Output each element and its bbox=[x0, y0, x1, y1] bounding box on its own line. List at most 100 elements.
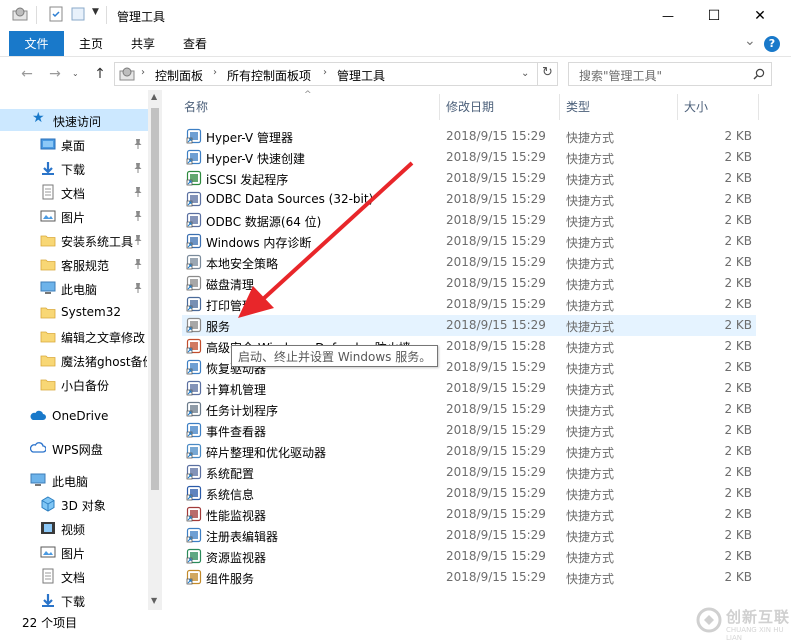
computer-icon bbox=[30, 473, 46, 486]
file-row[interactable]: Hyper-V 快速创建 2018/9/15 15:29 快捷方式 2 KB bbox=[182, 147, 756, 168]
sidebar-item-quick-access[interactable]: ★ 快速访问 bbox=[0, 109, 148, 131]
file-type: 快捷方式 bbox=[566, 509, 615, 523]
wps-cloud-icon bbox=[30, 442, 46, 453]
column-header-size[interactable]: 大小 bbox=[684, 90, 708, 122]
file-date: 2018/9/15 15:29 bbox=[446, 318, 546, 332]
recent-locations-dropdown-icon[interactable]: ⌄ bbox=[72, 69, 79, 78]
tab-file[interactable]: 文件 bbox=[9, 31, 64, 56]
ribbon-expand-icon[interactable]: ⌄ bbox=[744, 33, 756, 49]
sidebar-item-wps[interactable]: WPS网盘 bbox=[0, 437, 148, 459]
sidebar-item-onedrive[interactable]: OneDrive bbox=[0, 405, 148, 427]
file-row[interactable]: Windows 内存诊断 2018/9/15 15:29 快捷方式 2 KB bbox=[182, 231, 756, 252]
address-bar[interactable]: › 控制面板 › 所有控制面板项 › 管理工具 ⌄ ↻ bbox=[114, 62, 558, 86]
breadcrumb-control-panel[interactable]: 控制面板 bbox=[155, 67, 203, 84]
file-row[interactable]: 服务 2018/9/15 15:29 快捷方式 2 KB bbox=[182, 315, 756, 336]
scroll-down-icon[interactable]: ▼ bbox=[151, 596, 157, 605]
column-header-type[interactable]: 类型 bbox=[566, 90, 590, 122]
file-row[interactable]: 注册表编辑器 2018/9/15 15:29 快捷方式 2 KB bbox=[182, 525, 756, 546]
documents-folder-icon bbox=[42, 568, 54, 584]
sidebar-item[interactable]: 3D 对象 bbox=[0, 493, 148, 515]
pin-icon[interactable] bbox=[133, 258, 143, 270]
file-row[interactable]: ODBC 数据源(64 位) 2018/9/15 15:29 快捷方式 2 KB bbox=[182, 210, 756, 231]
pin-icon[interactable] bbox=[133, 186, 143, 198]
sidebar-item[interactable]: 魔法猪ghost备份 bbox=[0, 349, 148, 371]
watermark-subtext: CHUANG XIN HU LIAN bbox=[726, 626, 784, 641]
breadcrumb-admin-tools[interactable]: 管理工具 bbox=[337, 67, 385, 84]
file-type: 快捷方式 bbox=[566, 488, 615, 502]
file-row[interactable]: 性能监视器 2018/9/15 15:29 快捷方式 2 KB bbox=[182, 504, 756, 525]
file-date: 2018/9/15 15:29 bbox=[446, 570, 546, 584]
maximize-button[interactable]: ☐ bbox=[691, 0, 737, 31]
quick-access-dropdown-icon[interactable]: ▼ bbox=[92, 7, 99, 17]
forward-button[interactable]: → bbox=[46, 65, 64, 83]
sidebar-item[interactable]: 下载 bbox=[0, 589, 148, 611]
minimize-button[interactable]: — bbox=[645, 0, 691, 31]
shortcut-app-icon bbox=[186, 212, 202, 228]
tab-view[interactable]: 查看 bbox=[174, 31, 216, 56]
file-row[interactable]: 任务计划程序 2018/9/15 15:29 快捷方式 2 KB bbox=[182, 399, 756, 420]
help-icon[interactable]: ? bbox=[764, 36, 780, 52]
control-panel-tools-icon[interactable] bbox=[12, 6, 28, 22]
navigation-scrollbar[interactable]: ▲ ▼ bbox=[148, 90, 162, 610]
sidebar-item-label: 快速访问 bbox=[53, 115, 102, 129]
pin-icon[interactable] bbox=[133, 210, 143, 222]
sidebar-item[interactable]: 安装系统工具 bbox=[0, 229, 148, 251]
sidebar-item[interactable]: 编辑之文章修改 bbox=[0, 325, 148, 347]
file-row[interactable]: iSCSI 发起程序 2018/9/15 15:29 快捷方式 2 KB bbox=[182, 168, 756, 189]
file-row[interactable]: 计算机管理 2018/9/15 15:29 快捷方式 2 KB bbox=[182, 378, 756, 399]
sidebar-item[interactable]: System32 bbox=[0, 301, 148, 323]
file-date: 2018/9/15 15:29 bbox=[446, 528, 546, 542]
scroll-up-icon[interactable]: ▲ bbox=[151, 92, 157, 101]
file-row[interactable]: 资源监视器 2018/9/15 15:29 快捷方式 2 KB bbox=[182, 546, 756, 567]
sidebar-item[interactable]: 下载 bbox=[0, 157, 148, 179]
address-dropdown-icon[interactable]: ⌄ bbox=[521, 68, 529, 79]
tab-share[interactable]: 共享 bbox=[122, 31, 164, 56]
file-row[interactable]: 组件服务 2018/9/15 15:29 快捷方式 2 KB bbox=[182, 567, 756, 588]
search-input[interactable]: 搜索"管理工具" bbox=[568, 62, 772, 86]
breadcrumb-all-items[interactable]: 所有控制面板项 bbox=[227, 67, 311, 84]
sidebar-item[interactable]: 桌面 bbox=[0, 133, 148, 155]
file-name: 事件查看器 bbox=[206, 425, 267, 439]
column-header-date[interactable]: 修改日期 bbox=[446, 90, 494, 122]
properties-icon[interactable] bbox=[48, 6, 64, 22]
sidebar-item[interactable]: 客服规范 bbox=[0, 253, 148, 275]
folder-icon bbox=[40, 379, 56, 391]
file-row[interactable]: 碎片整理和优化驱动器 2018/9/15 15:29 快捷方式 2 KB bbox=[182, 441, 756, 462]
pin-icon[interactable] bbox=[133, 162, 143, 174]
file-row[interactable]: 系统信息 2018/9/15 15:29 快捷方式 2 KB bbox=[182, 483, 756, 504]
back-button[interactable]: ← bbox=[18, 65, 36, 83]
tab-home[interactable]: 主页 bbox=[70, 31, 112, 56]
pin-icon[interactable] bbox=[133, 282, 143, 294]
file-row[interactable]: 事件查看器 2018/9/15 15:29 快捷方式 2 KB bbox=[182, 420, 756, 441]
item-count: 22 个项目 bbox=[22, 616, 78, 630]
title-bar: ▼ 管理工具 — ☐ ✕ bbox=[0, 0, 791, 31]
sidebar-item[interactable]: 文档 bbox=[0, 565, 148, 587]
sidebar-item[interactable]: 文档 bbox=[0, 181, 148, 203]
file-size: 2 KB bbox=[724, 255, 752, 269]
file-row[interactable]: 本地安全策略 2018/9/15 15:29 快捷方式 2 KB bbox=[182, 252, 756, 273]
sidebar-item[interactable]: 图片 bbox=[0, 541, 148, 563]
file-row[interactable]: Hyper-V 管理器 2018/9/15 15:29 快捷方式 2 KB bbox=[182, 126, 756, 147]
file-row[interactable]: ODBC Data Sources (32-bit) 2018/9/15 15:2… bbox=[182, 189, 756, 210]
new-folder-icon[interactable] bbox=[70, 6, 86, 22]
sidebar-item[interactable]: 小白备份 bbox=[0, 373, 148, 395]
up-button[interactable]: ↑ bbox=[91, 65, 109, 83]
column-header-name[interactable]: 名称 bbox=[184, 90, 208, 122]
pin-icon[interactable] bbox=[133, 234, 143, 246]
file-size: 2 KB bbox=[724, 192, 752, 206]
sidebar-item-label: 文档 bbox=[61, 571, 86, 585]
file-row[interactable]: 打印管理 2018/9/15 15:29 快捷方式 2 KB bbox=[182, 294, 756, 315]
file-row[interactable]: 系统配置 2018/9/15 15:29 快捷方式 2 KB bbox=[182, 462, 756, 483]
sidebar-item[interactable]: 此电脑 bbox=[0, 277, 148, 299]
search-icon[interactable] bbox=[753, 68, 765, 80]
shortcut-app-icon bbox=[186, 149, 202, 165]
refresh-icon[interactable]: ↻ bbox=[542, 65, 553, 80]
sidebar-item[interactable]: 图片 bbox=[0, 205, 148, 227]
sidebar-item-this-pc[interactable]: 此电脑 bbox=[0, 469, 148, 491]
file-row[interactable]: 磁盘清理 2018/9/15 15:29 快捷方式 2 KB bbox=[182, 273, 756, 294]
file-type: 快捷方式 bbox=[566, 425, 615, 439]
sidebar-item[interactable]: 视频 bbox=[0, 517, 148, 539]
scrollbar-thumb[interactable] bbox=[151, 108, 159, 490]
close-button[interactable]: ✕ bbox=[737, 0, 783, 31]
pin-icon[interactable] bbox=[133, 138, 143, 150]
